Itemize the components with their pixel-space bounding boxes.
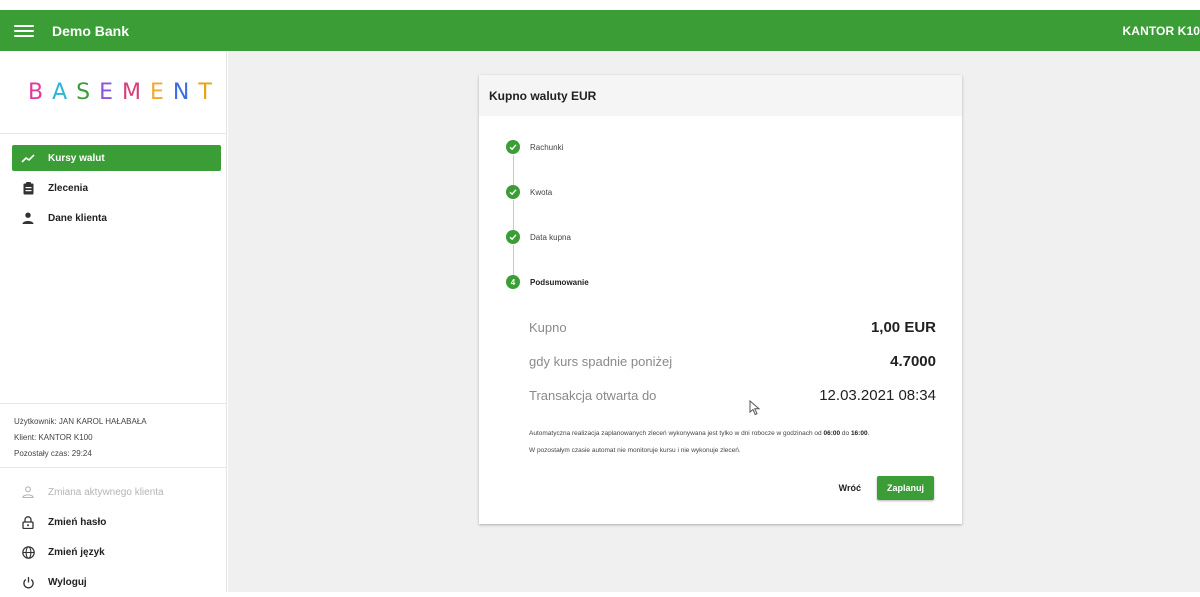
hamburger-menu-icon[interactable] (14, 24, 34, 37)
divider (0, 403, 227, 404)
logo-letter: E (150, 80, 173, 105)
step-rachunki[interactable]: Rachunki (506, 140, 706, 154)
summary-label: Kupno (529, 320, 567, 335)
step-label: Kwota (530, 187, 553, 197)
note-line-1: Automatyczna realizacja zaplanowanych zl… (529, 430, 870, 437)
change-language-label: Zmień język (48, 546, 105, 558)
step-connector (513, 200, 514, 230)
check-icon (506, 140, 520, 154)
summary-value: 4.7000 (890, 353, 936, 370)
person-icon (20, 210, 36, 226)
summary-value: 1,00 EUR (870, 319, 936, 336)
step-label: Rachunki (530, 142, 564, 152)
user-name: Użytkownik: JAN KAROL HAŁABAŁA (14, 417, 147, 426)
step-label: Podsumowanie (530, 277, 589, 287)
card-title: Kupno waluty EUR (479, 75, 962, 116)
nav-item-zlecenia[interactable]: Zlecenia (12, 175, 221, 201)
summary-row-amount: Kupno 1,00 EUR (529, 319, 936, 336)
nav-item-label: Kursy walut (48, 152, 105, 164)
session-info: Użytkownik: JAN KAROL HAŁABAŁA Klient: K… (14, 414, 147, 462)
card-actions: Wróć Zaplanuj (839, 476, 934, 500)
logo-letter: T (198, 80, 221, 105)
schedule-note: Automatyczna realizacja zaplanowanych zl… (529, 425, 949, 459)
nav-item-kursy-walut[interactable]: Kursy walut (12, 145, 221, 171)
mouse-cursor-icon (749, 400, 761, 416)
divider (0, 133, 227, 134)
divider (0, 467, 227, 468)
logo-letter: A (52, 80, 77, 105)
schedule-button[interactable]: Zaplanuj (876, 476, 934, 500)
lock-icon (20, 514, 36, 530)
globe-icon (20, 544, 36, 560)
session-timer: Pozostały czas: 29:24 (14, 449, 92, 458)
main-nav: Kursy walut Zlecenia Dane klienta (12, 145, 221, 235)
step-data-kupna[interactable]: Data kupna (506, 230, 706, 244)
main-content: Kupno waluty EUR Rachunki Kwota Data kup… (228, 51, 1200, 592)
account-nav: Zmiana aktywnego klienta Zmień hasło Zmi… (20, 477, 164, 597)
change-password-label: Zmień hasło (48, 516, 107, 528)
step-label: Data kupna (530, 232, 571, 242)
note-line-2: W pozostałym czasie automat nie monitoru… (529, 447, 741, 454)
step-connector (513, 245, 514, 275)
logo-letter: B (28, 80, 53, 105)
person-outline-icon (20, 484, 36, 500)
step-connector (513, 155, 514, 185)
summary-row-expiry: Transakcja otwarta do 12.03.2021 08:34 (529, 387, 936, 404)
active-client-label: KANTOR K10 (1122, 23, 1200, 38)
logo-letter: S (76, 80, 100, 105)
clipboard-icon (20, 180, 36, 196)
app-title: Demo Bank (52, 22, 130, 39)
step-kwota[interactable]: Kwota (506, 185, 706, 199)
logo-letter: N (172, 80, 199, 105)
logout-button[interactable]: Wyloguj (20, 567, 164, 597)
summary-label: Transakcja otwarta do (529, 388, 657, 403)
step-number: 4 (506, 275, 520, 289)
power-icon (20, 574, 36, 590)
nav-item-label: Zlecenia (48, 182, 89, 194)
nav-item-dane-klienta[interactable]: Dane klienta (12, 205, 221, 231)
check-icon (506, 230, 520, 244)
back-button[interactable]: Wróć (839, 483, 861, 493)
change-language-button[interactable]: Zmień język (20, 537, 164, 567)
basement-logo: BASEMENT (28, 80, 221, 105)
logo-letter: M (122, 80, 151, 105)
sidebar: BASEMENT Kursy walut Zlecenia Dane klien… (0, 51, 227, 592)
nav-item-label: Dane klienta (48, 212, 107, 224)
trending-up-icon (20, 150, 36, 166)
check-icon (506, 185, 520, 199)
change-password-button[interactable]: Zmień hasło (20, 507, 164, 537)
change-client-button[interactable]: Zmiana aktywnego klienta (20, 477, 164, 507)
change-client-label: Zmiana aktywnego klienta (48, 486, 164, 498)
logo-letter: E (99, 80, 123, 105)
summary-value: 12.03.2021 08:34 (819, 387, 936, 404)
summary-label: gdy kurs spadnie poniżej (529, 354, 673, 369)
client-info: Klient: KANTOR K100 (14, 433, 93, 442)
logout-label: Wyloguj (48, 576, 87, 588)
summary-row-rate: gdy kurs spadnie poniżej 4.7000 (529, 353, 936, 370)
step-podsumowanie: 4 Podsumowanie (506, 275, 706, 289)
purchase-summary-card: Kupno waluty EUR Rachunki Kwota Data kup… (479, 75, 962, 524)
top-app-bar: Demo Bank KANTOR K10 (0, 10, 1200, 51)
